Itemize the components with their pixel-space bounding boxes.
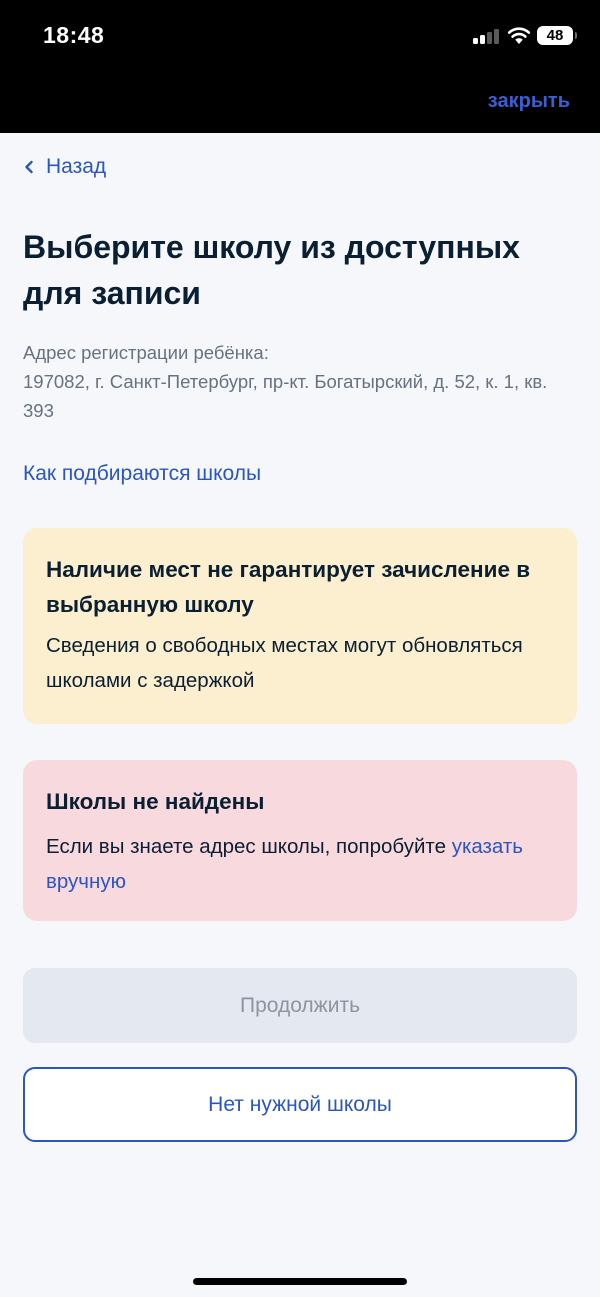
error-text: Если вы знаете адрес школы, попробуйте у… <box>46 829 554 899</box>
chevron-left-icon <box>25 160 33 174</box>
continue-button[interactable]: Продолжить <box>23 968 577 1043</box>
back-button[interactable]: Назад <box>24 155 106 179</box>
status-bar: 18:48 48 закрыть <box>0 0 600 133</box>
battery-icon: 48 <box>537 26 577 45</box>
how-schools-selected-link[interactable]: Как подбираются школы <box>23 462 261 486</box>
cellular-signal-icon <box>473 28 501 44</box>
close-link[interactable]: закрыть <box>488 90 570 113</box>
schools-not-found-card: Школы не найдены Если вы знаете адрес шк… <box>23 760 577 921</box>
status-time: 18:48 <box>43 22 105 48</box>
address-label: Адрес регистрации ребёнка: <box>23 342 269 363</box>
home-indicator <box>193 1278 407 1285</box>
availability-warning-card: Наличие мест не гарантирует зачисление в… <box>23 528 577 724</box>
wifi-icon <box>507 27 531 44</box>
address-value: 197082, г. Санкт-Петербург, пр-кт. Богат… <box>23 371 548 421</box>
no-school-button[interactable]: Нет нужной школы <box>23 1067 577 1142</box>
page-title: Выберите школу из доступных для записи <box>23 229 520 311</box>
registration-address: Адрес регистрации ребёнка: 197082, г. Са… <box>23 338 583 425</box>
back-label: Назад <box>46 155 107 178</box>
warning-text: Сведения о свободных местах могут обновл… <box>46 634 523 692</box>
warning-title: Наличие мест не гарантирует зачисление в… <box>46 557 531 617</box>
error-title: Школы не найдены <box>46 789 265 814</box>
error-message: Если вы знаете адрес школы, попробуйте <box>46 835 446 858</box>
